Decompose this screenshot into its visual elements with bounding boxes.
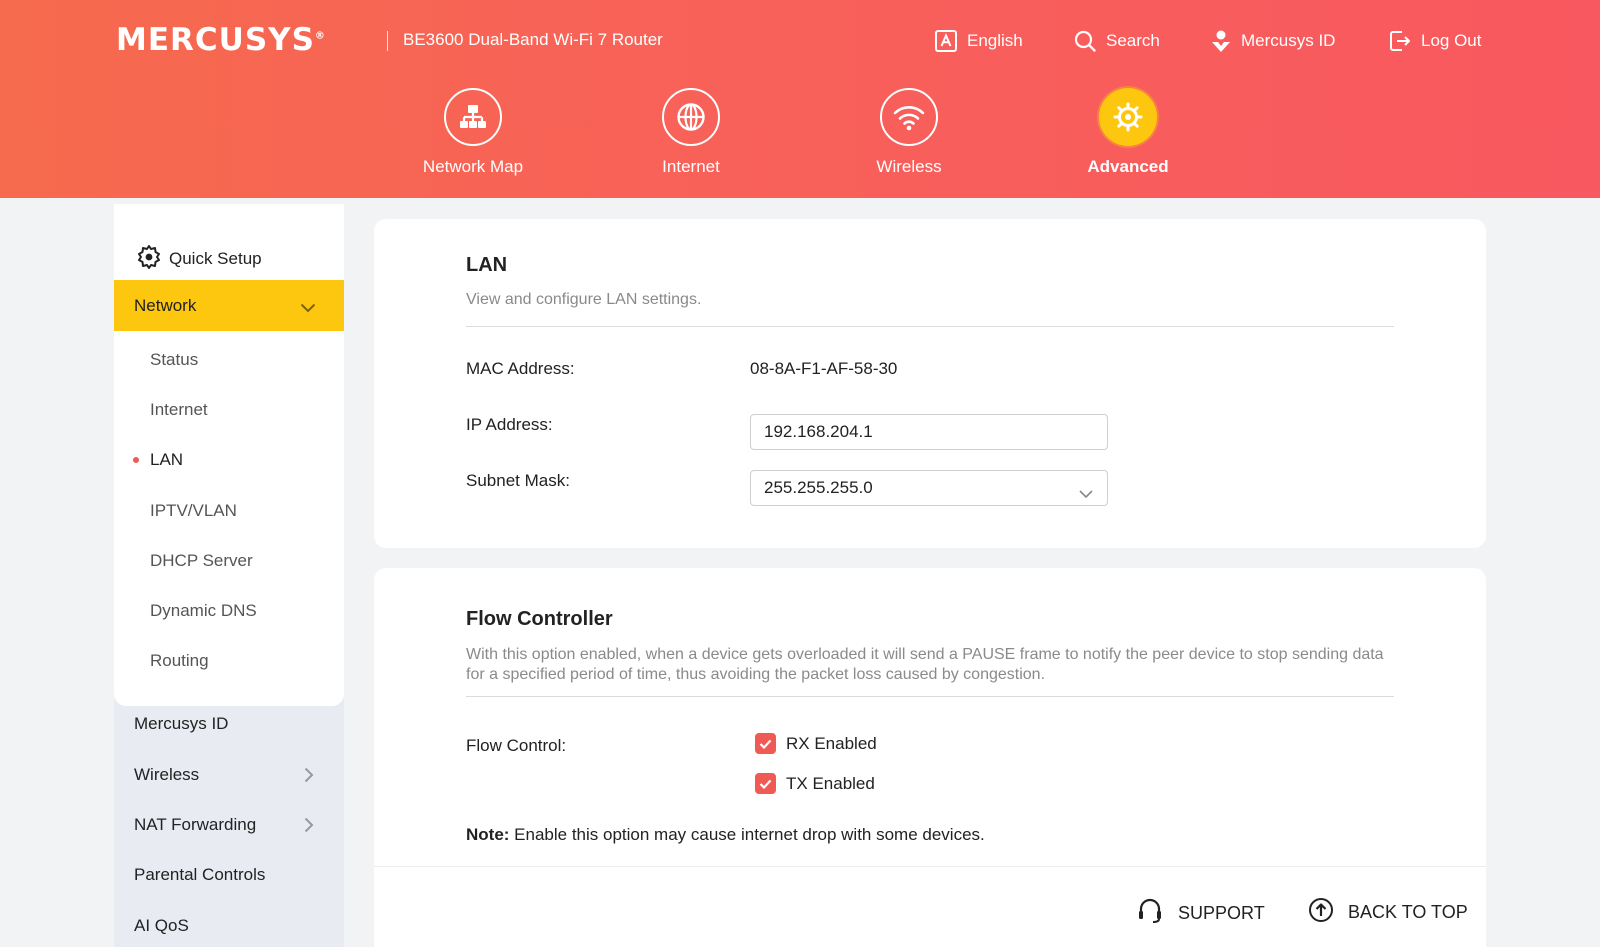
support-link[interactable]: SUPPORT — [1136, 897, 1265, 930]
sidebar-item-ai-qos[interactable]: AI QoS — [114, 901, 344, 947]
sidebar-item-label: Wireless — [134, 765, 200, 784]
subnet-mask-label: Subnet Mask: — [466, 471, 570, 490]
ip-address-label: IP Address: — [466, 415, 553, 434]
sidebar-item-quick-setup[interactable]: Quick Setup — [114, 234, 344, 284]
sidebar-item-label: NAT Forwarding — [134, 815, 257, 834]
language-icon — [934, 29, 958, 53]
subnet-mask-value: 255.255.255.0 — [764, 478, 873, 497]
chevron-down-icon — [300, 298, 316, 318]
sidebar-item-dynamic-dns[interactable]: Dynamic DNS — [114, 586, 344, 636]
quick-setup-label: Quick Setup — [169, 249, 262, 268]
network-map-icon — [444, 88, 502, 146]
nav-wireless[interactable]: Wireless — [834, 88, 984, 177]
sidebar-item-label: Parental Controls — [134, 865, 266, 884]
mac-address-value: 08-8A-F1-AF-58-30 — [750, 359, 898, 378]
sidebar-item-label: AI QoS — [134, 916, 189, 935]
logout-button[interactable]: Log Out — [1388, 28, 1482, 54]
brand-logo[interactable]: MERCUSYS® — [116, 22, 326, 58]
language-label: English — [967, 31, 1023, 50]
search-label: Search — [1106, 31, 1160, 50]
active-indicator-dot — [133, 457, 139, 463]
gear-icon — [1099, 88, 1157, 146]
mac-address-label: MAC Address: — [466, 359, 575, 378]
sidebar-item-internet[interactable]: Internet — [114, 385, 344, 435]
logout-label: Log Out — [1421, 31, 1482, 50]
chevron-right-icon — [304, 817, 314, 838]
back-to-top-label: BACK TO TOP — [1348, 902, 1468, 922]
headset-icon — [1136, 897, 1164, 930]
sidebar-item-nat-forwarding[interactable]: NAT Forwarding — [114, 800, 344, 850]
sidebar-item-label: Internet — [150, 400, 208, 419]
flow-controller-divider — [466, 696, 1394, 697]
lan-description: View and configure LAN settings. — [466, 291, 702, 308]
language-selector[interactable]: English — [934, 28, 1023, 54]
sidebar-item-label: Routing — [150, 651, 209, 670]
support-label: SUPPORT — [1178, 903, 1265, 923]
header-divider — [387, 31, 388, 51]
mercusys-id-label: Mercusys ID — [1241, 31, 1336, 50]
rx-enabled-label: RX Enabled — [786, 733, 877, 753]
ip-address-input[interactable] — [750, 414, 1108, 450]
nav-internet-label: Internet — [662, 157, 720, 176]
top-header: MERCUSYS® BE3600 Dual-Band Wi-Fi 7 Route… — [0, 0, 1600, 198]
sidebar-item-label: IPTV/VLAN — [150, 501, 237, 520]
search-button[interactable]: Search — [1073, 28, 1160, 54]
globe-icon — [662, 88, 720, 146]
chevron-right-icon — [304, 767, 314, 788]
note-prefix: Note: — [466, 825, 510, 844]
sidebar-item-lan[interactable]: LAN — [114, 435, 344, 485]
sidebar-item-label: Mercusys ID — [134, 714, 229, 733]
checkbox-checked-icon — [755, 773, 776, 794]
brand-name: MERCUSYS — [116, 22, 315, 58]
sidebar-item-label: LAN — [150, 450, 184, 469]
wifi-icon — [880, 88, 938, 146]
sidebar-item-network[interactable]: Network — [114, 280, 344, 331]
flow-control-note: Note: Enable this option may cause inter… — [466, 825, 985, 845]
nav-advanced-label: Advanced — [1087, 157, 1169, 176]
sidebar: Quick Setup Network Status Internet LAN … — [114, 204, 344, 947]
sidebar-item-label: Status — [150, 350, 199, 369]
lan-divider — [466, 326, 1394, 327]
back-to-top-link[interactable]: BACK TO TOP — [1308, 897, 1468, 928]
note-text: Enable this option may cause internet dr… — [509, 825, 985, 844]
footer-bar: SUPPORT BACK TO TOP — [374, 866, 1486, 947]
logout-icon — [1388, 29, 1412, 53]
sidebar-item-parental-controls[interactable]: Parental Controls — [114, 850, 344, 900]
arrow-up-icon — [1308, 897, 1334, 928]
nav-network-map[interactable]: Network Map — [398, 88, 548, 177]
tx-enabled-label: TX Enabled — [786, 773, 875, 793]
flow-controller-title: Flow Controller — [466, 608, 613, 630]
sidebar-item-status[interactable]: Status — [114, 335, 344, 385]
checkbox-checked-icon — [755, 733, 776, 754]
nav-internet[interactable]: Internet — [616, 88, 766, 177]
flow-controller-description: With this option enabled, when a device … — [466, 646, 1384, 683]
subnet-mask-select[interactable]: 255.255.255.0 — [750, 470, 1108, 506]
rx-enabled-checkbox[interactable]: RX Enabled — [755, 733, 877, 754]
mercusys-id-link[interactable]: Mercusys ID — [1210, 28, 1335, 54]
sidebar-item-label: DHCP Server — [150, 551, 253, 570]
nav-network-map-label: Network Map — [422, 157, 524, 176]
search-icon — [1073, 29, 1097, 53]
nav-advanced[interactable]: Advanced — [1053, 88, 1203, 177]
sidebar-item-dhcp-server[interactable]: DHCP Server — [114, 536, 344, 586]
quick-setup-icon — [136, 244, 162, 275]
brand-mark: ® — [314, 30, 326, 42]
sidebar-item-wireless[interactable]: Wireless — [114, 750, 344, 800]
sidebar-item-iptv-vlan[interactable]: IPTV/VLAN — [114, 486, 344, 536]
lan-card: LAN View and configure LAN settings. MAC… — [374, 219, 1486, 548]
lan-title: LAN — [466, 254, 508, 276]
user-icon — [1210, 28, 1232, 54]
router-model: BE3600 Dual-Band Wi-Fi 7 Router — [403, 30, 663, 49]
sidebar-item-label: Dynamic DNS — [150, 601, 257, 620]
sidebar-item-routing[interactable]: Routing — [114, 636, 344, 686]
tx-enabled-checkbox[interactable]: TX Enabled — [755, 773, 875, 794]
flow-control-label: Flow Control: — [466, 736, 567, 755]
network-label: Network — [134, 295, 197, 315]
nav-wireless-label: Wireless — [876, 157, 942, 176]
sidebar-item-mercusys-id[interactable]: Mercusys ID — [114, 699, 344, 749]
chevron-down-icon — [1079, 484, 1093, 504]
